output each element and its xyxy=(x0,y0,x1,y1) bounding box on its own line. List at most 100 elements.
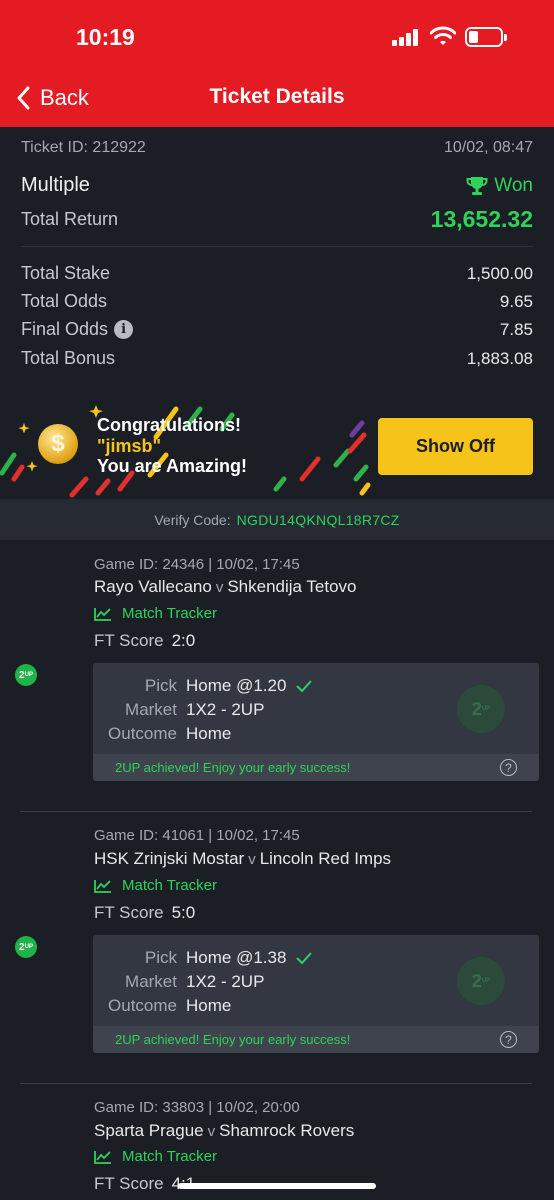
battery-icon xyxy=(465,27,507,47)
total-bonus-label: Total Bonus xyxy=(21,348,116,368)
outcome-row: Outcome Home xyxy=(93,996,231,1016)
game-divider xyxy=(20,811,532,812)
pick-value: Home @1.38 xyxy=(186,948,287,967)
total-return-row: Total Return 13,652.32 xyxy=(21,206,533,233)
status-label: Won xyxy=(494,174,533,196)
pick-footer: 2UP achieved! Enjoy your early success! … xyxy=(93,754,539,781)
status-time: 10:19 xyxy=(76,24,135,50)
total-return-label: Total Return xyxy=(21,209,119,229)
ticket-type-row: Multiple Won xyxy=(21,174,533,197)
2up-badge-icon: 2 UP xyxy=(15,936,37,958)
match-tracker-label: Match Tracker xyxy=(122,1148,218,1165)
help-icon[interactable]: ? xyxy=(500,1031,517,1048)
trend-chart-icon xyxy=(94,1150,111,1164)
ft-score-label: FT Score xyxy=(94,631,164,650)
game-teams: Sparta Prague v Shamrock Rovers xyxy=(94,1121,354,1141)
checkmark-icon xyxy=(296,680,313,692)
total-odds-value: 9.65 xyxy=(499,291,533,311)
verify-code-bar: Verify Code: NGDU14QKNQL18R7CZ xyxy=(0,499,554,540)
away-team: Shkendija Tetovo xyxy=(227,577,357,596)
summary-divider xyxy=(21,246,533,247)
game-meta: Game ID: 41061 | 10/02, 17:45 xyxy=(94,827,300,844)
ft-score-label: FT Score xyxy=(94,903,164,922)
outcome-label: Outcome xyxy=(108,996,177,1015)
pick-value-group: Home @1.38 xyxy=(186,948,313,968)
verify-code[interactable]: NGDU14QKNQL18R7CZ xyxy=(237,512,400,528)
outcome-value: Home xyxy=(186,724,232,743)
ft-score-value: 5:0 xyxy=(171,903,196,922)
2up-watermark-icon: 2 UP xyxy=(457,957,505,1005)
pick-details-box: Pick Home @1.20 Market 1X2 - 2UP Outcome… xyxy=(93,663,539,781)
pick-label: Pick xyxy=(144,948,177,967)
total-bonus-row: Total Bonus 1,883.08 xyxy=(21,348,533,369)
ticket-id: Ticket ID: 212922 xyxy=(21,139,146,156)
total-bonus-value: 1,883.08 xyxy=(466,348,533,368)
market-row: Market 1X2 - 2UP xyxy=(93,972,264,992)
market-value: 1X2 - 2UP xyxy=(186,972,265,991)
total-stake-value: 1,500.00 xyxy=(466,263,533,283)
versus-label: v xyxy=(215,579,224,596)
2up-watermark-icon: 2 UP xyxy=(457,685,505,733)
match-tracker-link[interactable]: Match Tracker xyxy=(94,877,217,894)
help-icon[interactable]: ? xyxy=(500,759,517,776)
congrats-username: "jimsb" xyxy=(97,435,162,456)
ft-score: FT Score 5:0 xyxy=(94,903,195,923)
wifi-icon xyxy=(430,26,456,45)
market-row: Market 1X2 - 2UP xyxy=(93,700,264,720)
congratulations-message: Congratulations! "jimsb" You are Amazing… xyxy=(97,415,247,477)
pick-footer: 2UP achieved! Enjoy your early success! … xyxy=(93,1026,539,1053)
home-team: Rayo Vallecano xyxy=(94,577,212,596)
pick-value: Home @1.20 xyxy=(186,676,287,695)
checkmark-icon xyxy=(296,952,313,964)
home-indicator[interactable] xyxy=(178,1183,376,1189)
match-tracker-label: Match Tracker xyxy=(122,605,218,622)
pick-row: Pick Home @1.38 xyxy=(93,948,313,968)
ft-score: FT Score 2:0 xyxy=(94,631,195,651)
outcome-label: Outcome xyxy=(108,724,177,743)
pick-details-box: Pick Home @1.38 Market 1X2 - 2UP Outcome… xyxy=(93,935,539,1053)
coin-icon: $ xyxy=(38,424,78,464)
total-stake-row: Total Stake 1,500.00 xyxy=(21,263,533,284)
away-team: Shamrock Rovers xyxy=(219,1121,355,1140)
match-tracker-link[interactable]: Match Tracker xyxy=(94,605,217,622)
ft-score-value: 2:0 xyxy=(171,631,196,650)
total-return-value: 13,652.32 xyxy=(430,206,533,232)
verify-label: Verify Code: xyxy=(154,511,231,528)
game-teams: HSK Zrinjski Mostar v Lincoln Red Imps xyxy=(94,849,391,869)
pick-label: Pick xyxy=(144,676,177,695)
pick-value-group: Home @1.20 xyxy=(186,676,313,696)
congrats-line1: Congratulations! xyxy=(97,415,241,435)
ticket-status: Won xyxy=(466,175,533,197)
top-bar: 10:19 Back Ticket Details xyxy=(0,0,554,127)
2up-badge-icon: 2 UP xyxy=(15,664,37,686)
total-odds-row: Total Odds 9.65 xyxy=(21,291,533,312)
match-tracker-link[interactable]: Match Tracker xyxy=(94,1148,217,1165)
market-label: Market xyxy=(125,700,177,719)
versus-label: v xyxy=(207,1123,216,1140)
away-team: Lincoln Red Imps xyxy=(259,849,392,868)
versus-label: v xyxy=(248,851,256,868)
market-label: Market xyxy=(125,972,177,991)
early-success-message: 2UP achieved! Enjoy your early success! xyxy=(115,760,351,775)
outcome-value: Home xyxy=(186,996,232,1015)
ft-score-label: FT Score xyxy=(94,1174,164,1193)
game-teams: Rayo Vallecano v Shkendija Tetovo xyxy=(94,577,357,597)
game-meta: Game ID: 33803 | 10/02, 20:00 xyxy=(94,1099,300,1116)
cellular-signal-icon xyxy=(392,28,420,46)
home-team: HSK Zrinjski Mostar xyxy=(94,849,245,868)
trend-chart-icon xyxy=(94,879,111,893)
congrats-line3: You are Amazing! xyxy=(97,456,248,476)
info-icon[interactable]: i xyxy=(114,320,134,339)
outcome-row: Outcome Home xyxy=(93,724,231,744)
ticket-type: Multiple xyxy=(21,174,90,196)
show-off-button[interactable]: Show Off xyxy=(378,418,533,475)
final-odds-label-group: Final Odds i xyxy=(21,319,134,340)
page-title: Ticket Details xyxy=(209,85,345,108)
early-success-message: 2UP achieved! Enjoy your early success! xyxy=(115,1032,351,1047)
pick-row: Pick Home @1.20 xyxy=(93,676,313,696)
total-odds-label: Total Odds xyxy=(21,291,108,311)
game-divider xyxy=(20,1083,532,1084)
ticket-header-row: Ticket ID: 212922 10/02, 08:47 xyxy=(21,139,533,157)
total-stake-label: Total Stake xyxy=(21,263,111,283)
market-value: 1X2 - 2UP xyxy=(186,700,265,719)
